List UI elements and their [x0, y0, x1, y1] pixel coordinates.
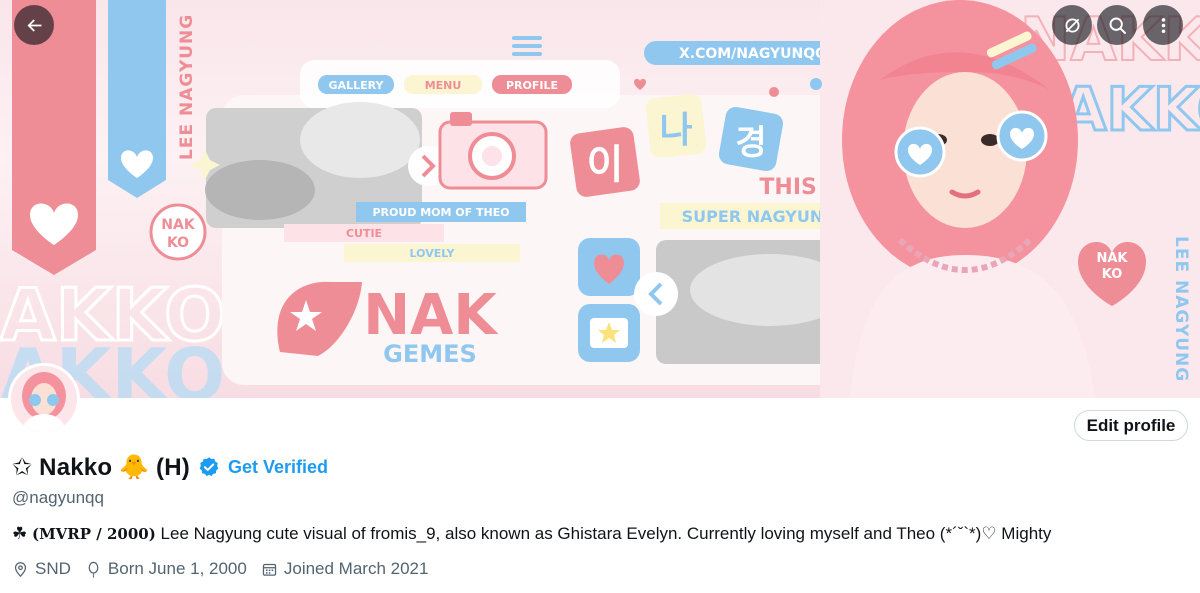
banner-nav-gallery: GALLERY: [329, 79, 385, 92]
calendar-icon: [262, 563, 277, 576]
bio-prefix: ☘: [12, 524, 32, 543]
banner-tag-proud: PROUD MOM OF THEO: [372, 206, 509, 219]
svg-text:NAK: NAK: [1096, 251, 1128, 266]
back-button[interactable]: [14, 5, 54, 45]
more-button[interactable]: [1143, 5, 1183, 45]
banner-logo-nak: NAK: [363, 283, 499, 348]
profile-meta: SND Born June 1, 2000 Joined March 2021: [12, 559, 428, 579]
birthday-item: Born June 1, 2000: [85, 559, 247, 579]
grok-icon: [1065, 18, 1079, 32]
svg-text:NAK: NAK: [161, 217, 196, 233]
banner-nav-profile: PROFILE: [506, 79, 558, 92]
svg-text:KO: KO: [167, 235, 189, 251]
avatar[interactable]: [8, 363, 80, 435]
profile-handle: @nagyunqq: [12, 488, 104, 507]
banner-url: X.COM/NAGYUNQQ: [679, 46, 827, 62]
location-pin-icon: [14, 561, 27, 577]
banner-side-text-right: LEE NAGYUNG: [1171, 236, 1191, 382]
banner-tag-cutie: CUTIE: [346, 227, 382, 240]
edit-profile-button[interactable]: Edit profile: [1074, 410, 1188, 441]
grok-button[interactable]: [1052, 5, 1092, 45]
joined-item: Joined March 2021: [261, 559, 429, 579]
banner-logo-games: GEMES: [383, 340, 477, 368]
avatar-image: [11, 366, 77, 432]
location-item: SND: [12, 559, 71, 579]
search-icon: [1109, 17, 1126, 34]
svg-text:KO: KO: [1102, 267, 1123, 282]
display-name: ✩ Nakko 🐥 (H): [12, 453, 190, 481]
banner-artwork: LEE NAGYUNG NAK KO AKKO AKKO GALLERY MEN…: [0, 0, 1200, 398]
get-verified-link[interactable]: Get Verified: [228, 457, 328, 478]
profile-bio: ☘ (MVRP / 2000) Lee Nagyung cute visual …: [12, 524, 1051, 544]
profile-name-row: ✩ Nakko 🐥 (H) Get Verified: [12, 452, 328, 482]
profile-banner[interactable]: LEE NAGYUNG NAK KO AKKO AKKO GALLERY MEN…: [0, 0, 1200, 398]
more-vertical-icon: [1161, 17, 1165, 33]
joined-text: Joined March 2021: [283, 559, 429, 578]
banner-tag-lovely: LOVELY: [410, 247, 456, 260]
banner-hangul-2: 나: [659, 110, 692, 151]
banner-super: SUPER NAGYUNG: [682, 207, 837, 226]
arrow-left-icon: [27, 18, 41, 32]
balloon-icon: [88, 561, 99, 578]
bio-text: Lee Nagyung cute visual of fromis_9, als…: [155, 524, 1052, 543]
location-text: SND: [35, 559, 71, 578]
banner-hangul-1: 이: [587, 142, 624, 188]
search-button[interactable]: [1097, 5, 1137, 45]
banner-side-text-left: LEE NAGYUNG: [177, 14, 197, 160]
banner-nav-menu: MENU: [425, 79, 462, 92]
birthday-text: Born June 1, 2000: [107, 559, 247, 578]
banner-hangul-3: 경: [735, 123, 766, 163]
banner-akko-right: AKKO: [1060, 75, 1200, 145]
bio-serif-part: (MVRP / 2000): [31, 525, 156, 543]
verified-badge-icon: [199, 457, 219, 477]
